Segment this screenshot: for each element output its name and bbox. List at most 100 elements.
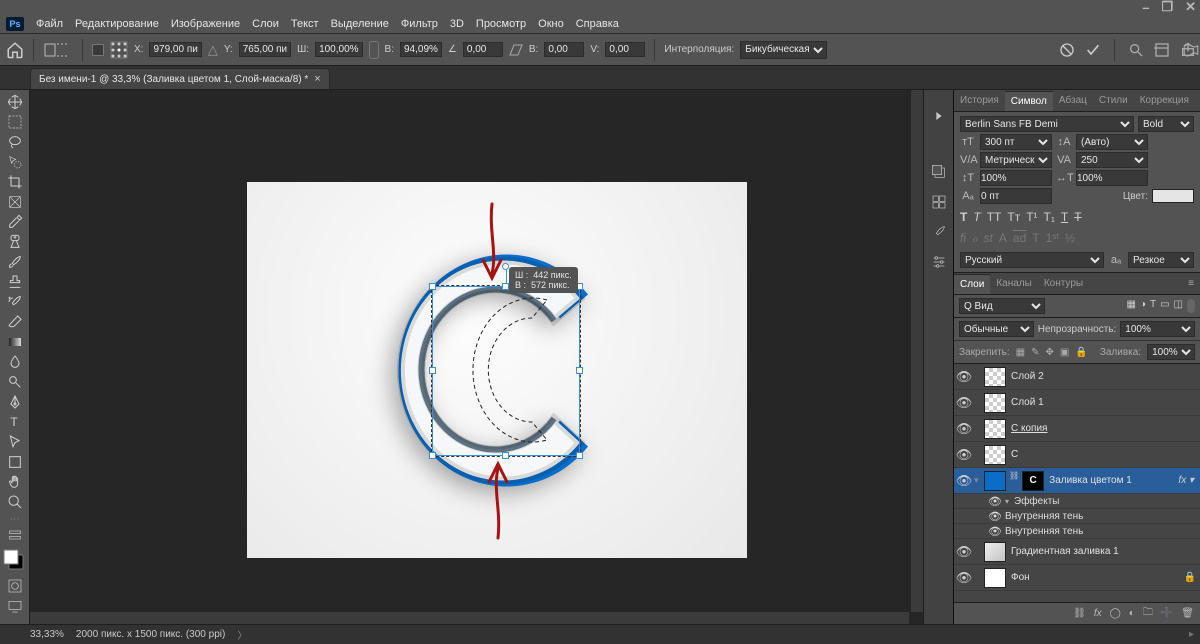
- visibility-icon[interactable]: 👁: [954, 473, 974, 489]
- tab-adjustments[interactable]: Коррекция: [1134, 91, 1195, 110]
- lock-all-icon[interactable]: 🔒: [1075, 347, 1087, 358]
- delta-icon[interactable]: △: [208, 42, 218, 58]
- x-input[interactable]: 979,00 пи: [149, 42, 201, 57]
- tab-layers[interactable]: Слои: [954, 274, 990, 294]
- blend-mode-select[interactable]: Обычные: [959, 321, 1034, 337]
- font-style-select[interactable]: Bold: [1138, 116, 1194, 132]
- hand-tool[interactable]: [2, 472, 28, 492]
- brushes-panel-icon[interactable]: [931, 224, 947, 240]
- shape-tool[interactable]: [2, 452, 28, 472]
- mask-icon[interactable]: ◯: [1110, 608, 1121, 619]
- swatches-panel-icon[interactable]: [931, 194, 947, 210]
- italic-button[interactable]: T: [973, 210, 980, 224]
- doc-info[interactable]: 2000 пикс. x 1500 пикс. (300 ppi): [76, 629, 225, 640]
- lasso-tool[interactable]: [2, 132, 28, 152]
- layers-panel-menu-icon[interactable]: ≡: [1182, 278, 1200, 289]
- close-button[interactable]: ✕: [1185, 0, 1196, 15]
- menu-text[interactable]: Текст: [291, 18, 319, 30]
- filter-type-icon[interactable]: T: [1150, 299, 1156, 313]
- fill-adjust-icon[interactable]: ◐: [1129, 608, 1135, 619]
- status-expand-icon[interactable]: ▸: [1189, 629, 1194, 640]
- layer-row[interactable]: 👁С копия: [954, 416, 1200, 442]
- menu-help[interactable]: Справка: [576, 18, 619, 30]
- close-tab-icon[interactable]: ×: [314, 73, 320, 85]
- new-layer-icon[interactable]: ➕: [1161, 608, 1173, 619]
- lock-position-icon[interactable]: ✥: [1046, 347, 1054, 358]
- font-family-select[interactable]: Berlin Sans FB Demi: [960, 116, 1134, 132]
- kerning-select[interactable]: Метрически: [980, 152, 1052, 168]
- color-panel-icon[interactable]: [931, 164, 947, 180]
- allcaps-button[interactable]: TT: [987, 210, 1002, 224]
- delete-layer-icon[interactable]: 🗑: [1181, 608, 1194, 619]
- visibility-icon[interactable]: 👁: [954, 421, 974, 437]
- layer-row[interactable]: 👁Слой 1: [954, 390, 1200, 416]
- visibility-icon[interactable]: 👁: [954, 570, 974, 586]
- panel-menu-icon[interactable]: ≡: [1195, 95, 1200, 106]
- filter-shape-icon[interactable]: ▭: [1160, 299, 1169, 313]
- layer-filter-select[interactable]: Q Вид: [959, 298, 1045, 314]
- h-scrollbar[interactable]: [30, 612, 909, 624]
- quickmask-tool[interactable]: [2, 576, 28, 596]
- screenmode-tool[interactable]: [2, 596, 28, 616]
- share-icon[interactable]: [1180, 42, 1196, 58]
- home-icon[interactable]: [6, 41, 24, 59]
- healing-tool[interactable]: [2, 232, 28, 252]
- tab-history[interactable]: История: [954, 91, 1005, 110]
- fx-item[interactable]: 👁Внутренняя тень: [954, 524, 1200, 539]
- maximize-button[interactable]: ❐: [1161, 0, 1173, 15]
- fx-header[interactable]: 👁▾Эффекты: [954, 494, 1200, 509]
- eraser-tool[interactable]: [2, 312, 28, 332]
- link-wh-toggle[interactable]: [369, 41, 379, 59]
- fx-icon[interactable]: fx: [1094, 608, 1102, 619]
- visibility-icon[interactable]: 👁: [954, 369, 974, 385]
- lock-pixels-icon[interactable]: ✎: [1031, 347, 1039, 358]
- zoom-tool[interactable]: [2, 492, 28, 512]
- baseline-input[interactable]: [980, 188, 1052, 204]
- frame-tool[interactable]: [2, 192, 28, 212]
- reference-point-toggle[interactable]: [92, 44, 104, 56]
- pen-tool[interactable]: [2, 392, 28, 412]
- edit-toolbar[interactable]: [2, 525, 28, 545]
- filter-toggle[interactable]: [1187, 299, 1195, 313]
- brush-settings-icon[interactable]: [931, 254, 947, 270]
- menu-3d[interactable]: 3D: [450, 18, 464, 30]
- superscript-button[interactable]: T¹: [1026, 210, 1037, 224]
- v-scrollbar[interactable]: [911, 90, 923, 612]
- menu-window[interactable]: Окно: [538, 18, 564, 30]
- visibility-icon[interactable]: 👁: [954, 544, 974, 560]
- filter-pixel-icon[interactable]: ▦: [1126, 299, 1135, 313]
- tab-paragraph[interactable]: Абзац: [1053, 91, 1093, 110]
- layer-row[interactable]: 👁Градиентная заливка 1: [954, 539, 1200, 565]
- color-swatches[interactable]: [3, 549, 27, 576]
- menu-file[interactable]: Файл: [36, 18, 63, 30]
- group-icon[interactable]: 🗀: [1143, 605, 1153, 622]
- reference-point-icon[interactable]: [110, 41, 128, 59]
- blur-tool[interactable]: [2, 352, 28, 372]
- layer-row[interactable]: 👁Фон🔒: [954, 565, 1200, 591]
- fx-badge[interactable]: fx ▾: [1178, 475, 1194, 486]
- smallcaps-button[interactable]: Tᴛ: [1007, 210, 1020, 224]
- quick-select-tool[interactable]: [2, 152, 28, 172]
- canvas[interactable]: Ш : 442 пикс. В : 572 пикс.: [247, 182, 747, 558]
- filter-adjust-icon[interactable]: ◑: [1140, 299, 1146, 313]
- menu-select[interactable]: Выделение: [331, 18, 389, 30]
- antialias-select[interactable]: Резкое: [1128, 252, 1194, 268]
- cancel-transform-icon[interactable]: [1059, 42, 1075, 58]
- subscript-button[interactable]: T₁: [1044, 210, 1055, 224]
- menu-view[interactable]: Просмотр: [476, 18, 526, 30]
- bold-button[interactable]: T: [960, 210, 967, 224]
- chevron-down-icon[interactable]: ▾: [974, 475, 984, 486]
- skewh-input[interactable]: 0,00: [544, 42, 584, 57]
- layer-row[interactable]: 👁▾⛓CЗаливка цветом 1fx ▾: [954, 468, 1200, 494]
- fx-item[interactable]: 👁Внутренняя тень: [954, 509, 1200, 524]
- tab-paths[interactable]: Контуры: [1038, 274, 1089, 293]
- y-input[interactable]: 765,00 пи: [239, 42, 291, 57]
- h-input[interactable]: 94,09%: [400, 42, 442, 57]
- menu-filter[interactable]: Фильтр: [401, 18, 438, 30]
- commit-transform-icon[interactable]: [1085, 42, 1101, 58]
- leading-select[interactable]: (Авто): [1076, 134, 1148, 150]
- tab-character[interactable]: Символ: [1005, 91, 1053, 111]
- gradient-tool[interactable]: [2, 332, 28, 352]
- language-select[interactable]: Русский: [960, 252, 1104, 268]
- interpolation-select[interactable]: Бикубическая: [740, 41, 827, 59]
